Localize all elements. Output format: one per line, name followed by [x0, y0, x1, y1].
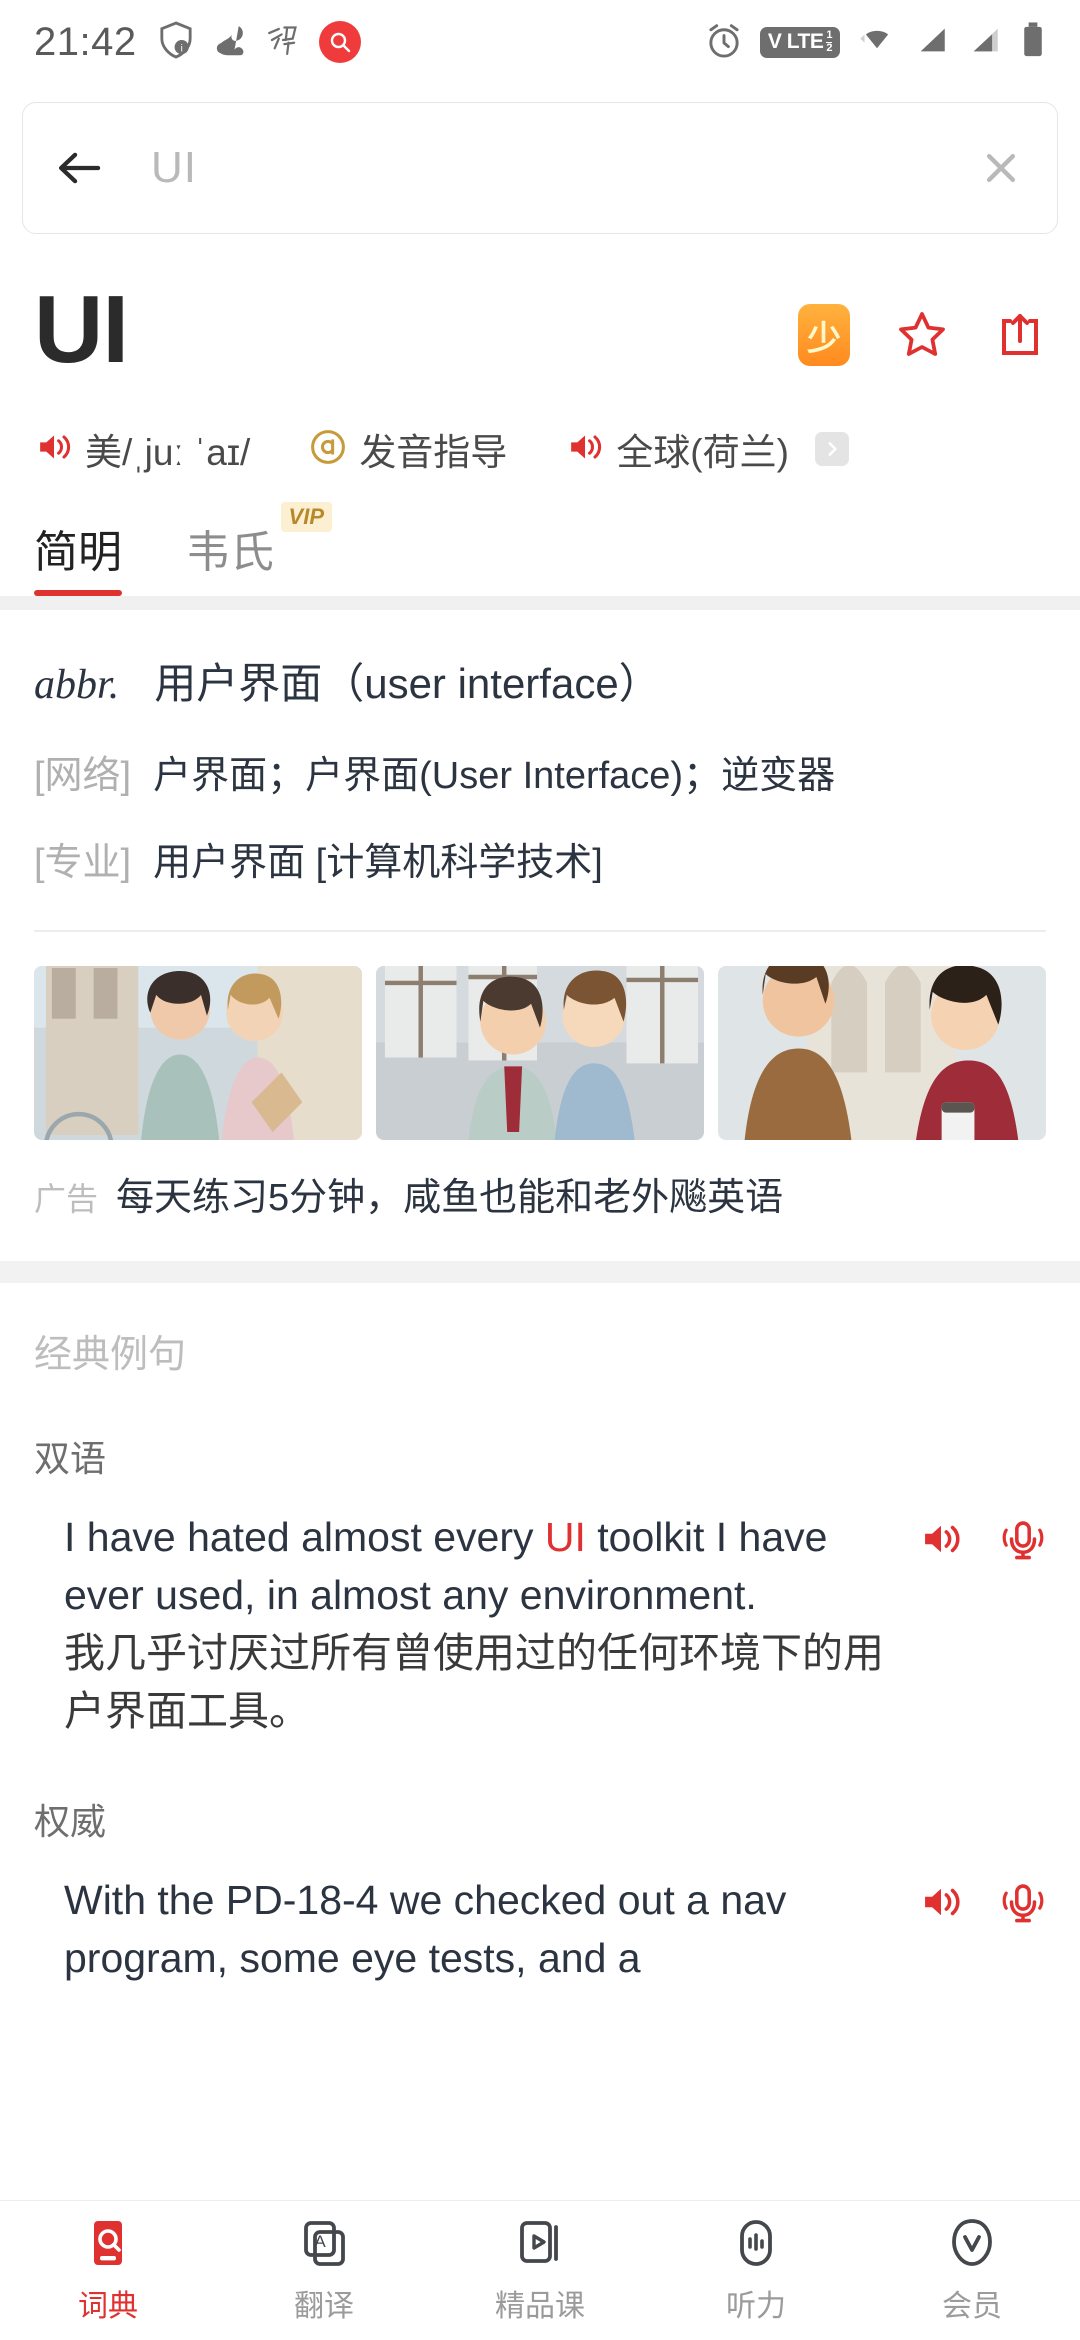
example-en-before: I have hated almost every — [64, 1513, 545, 1560]
definition-text: 用户界面 [计算机科学技术] — [153, 842, 603, 885]
ad-images[interactable] — [0, 932, 1080, 1140]
pronunciation-guide-icon[interactable] — [308, 427, 348, 472]
examples-section: 经典例句 双语 I have hated almost every UI too… — [0, 1283, 1080, 1987]
signal-1-icon — [914, 23, 950, 62]
nav-label-member: 会员 — [942, 2289, 1002, 2323]
definition-main: abbr. 用户界面（user interface） — [34, 654, 1046, 716]
tabs-divider — [0, 596, 1080, 610]
back-arrow-icon[interactable] — [57, 148, 103, 188]
example-row-authoritative[interactable]: With the PD-18-4 we checked out a nav pr… — [34, 1871, 1046, 1987]
listening-icon — [730, 2217, 782, 2274]
example-row-bilingual[interactable]: I have hated almost every UI toolkit I h… — [34, 1508, 1046, 1741]
nav-item-dictionary[interactable]: 词典 — [0, 2217, 216, 2325]
squirrel-icon — [211, 21, 247, 64]
pronunciation-guide-label: 发音指导 — [359, 432, 508, 473]
microphone-icon[interactable] — [1000, 1516, 1046, 1567]
status-right-icons: V LTE 12 — [705, 21, 1046, 64]
battery-icon — [1020, 21, 1046, 64]
definition-tag: [专业] — [34, 842, 132, 885]
example-text-bilingual: I have hated almost every UI toolkit I h… — [64, 1508, 888, 1741]
part-of-speech: abbr. — [34, 662, 120, 708]
pronunciation-global[interactable]: 全球(荷兰) — [565, 422, 789, 476]
section-gap — [0, 1260, 1080, 1283]
ad-image-3[interactable] — [718, 965, 1046, 1140]
example-actions-authoritative — [888, 1871, 1046, 1987]
close-icon[interactable] — [979, 146, 1023, 190]
speaker-icon[interactable] — [918, 1879, 964, 1930]
page-title: UI — [34, 276, 129, 383]
status-bar: 21:42 i V LTE 12 — [0, 0, 1080, 84]
volte-badge: V LTE 12 — [759, 26, 840, 58]
red-search-circle-icon — [318, 21, 361, 63]
chevron-right-icon[interactable] — [814, 432, 849, 466]
vip-member-icon — [946, 2217, 998, 2274]
definition-text: 户界面；户界面(User Interface)；逆变器 — [153, 754, 836, 797]
definition-tag: [网络] — [34, 754, 132, 797]
status-left-icons: i — [159, 20, 361, 64]
tab-jianming-label: 简明 — [34, 528, 122, 577]
svg-text:A: A — [314, 2232, 326, 2251]
example-cn: 我几乎讨厌过所有曾使用过的任何环境下的用户界面工具。 — [64, 1630, 884, 1735]
headword-row: UI 少 — [0, 234, 1080, 378]
headword-actions: 少 — [798, 304, 1046, 378]
nav-label-dictionary: 词典 — [78, 2289, 138, 2323]
pronunciation-row: 美/ˌjuː ˈaɪ/ 发音指导 全球(荷兰) — [0, 378, 1080, 476]
svg-text:i: i — [180, 43, 182, 54]
pronunciation-us[interactable]: 美/ˌjuː ˈaɪ/ — [34, 422, 250, 476]
wifi-icon — [857, 22, 897, 63]
nav-item-course[interactable]: 精品课 — [432, 2217, 648, 2325]
shield-info-icon: i — [159, 20, 193, 64]
examples-title: 经典例句 — [34, 1333, 187, 1376]
status-time: 21:42 — [34, 19, 137, 64]
pronunciation-us-label: 美/ˌjuː ˈaɪ/ — [85, 432, 251, 473]
definition-row-network: [网络] 户界面；户界面(User Interface)；逆变器 — [34, 750, 1046, 803]
ad-image-1[interactable] — [34, 965, 362, 1140]
nav-label-listening: 听力 — [726, 2289, 786, 2323]
ad-image-2[interactable] — [376, 965, 704, 1140]
nav-item-translate[interactable]: A 翻译 — [216, 2217, 432, 2325]
tab-jianming[interactable]: 简明 — [34, 516, 122, 596]
course-video-icon — [514, 2217, 566, 2274]
example-text-authoritative: With the PD-18-4 we checked out a nav pr… — [64, 1871, 888, 1987]
translate-icon: A — [298, 2217, 350, 2274]
volte-label: V LTE — [767, 29, 824, 53]
microphone-icon[interactable] — [1000, 1879, 1046, 1930]
tab-weishi[interactable]: 韦氏 VIP — [186, 502, 332, 596]
signal-2-icon — [967, 23, 1003, 62]
search-input[interactable]: UI — [151, 143, 979, 193]
definitions-section: abbr. 用户界面（user interface） [网络] 户界面；户界面(… — [0, 610, 1080, 890]
example-group-authoritative-label: 权威 — [34, 1800, 107, 1842]
bottom-navigation: 词典 A 翻译 精品课 听力 会员 — [0, 2200, 1080, 2340]
nav-label-course: 精品课 — [495, 2289, 585, 2323]
example-group-bilingual-label: 双语 — [34, 1437, 107, 1479]
volte-sim-indicator: 12 — [826, 28, 832, 54]
vip-badge: VIP — [280, 502, 332, 532]
search-bar-container: UI — [0, 84, 1080, 234]
ad-label: 广告 — [34, 1180, 99, 1217]
definition-main-text: 用户界面（user interface） — [154, 660, 661, 707]
ad-text: 每天练习5分钟，咸鱼也能和老外飚英语 — [116, 1176, 784, 1219]
definition-row-professional: [专业] 用户界面 [计算机科学技术] — [34, 837, 1046, 890]
pronunciation-global-label: 全球(荷兰) — [616, 432, 789, 473]
speaker-icon[interactable] — [918, 1516, 964, 1567]
pronunciation-guide[interactable]: 发音指导 — [308, 422, 507, 476]
tab-weishi-label: 韦氏 — [186, 528, 274, 577]
example-en-highlight: UI — [544, 1513, 586, 1560]
nav-item-member[interactable]: 会员 — [864, 2217, 1080, 2325]
ad-caption[interactable]: 广告 每天练习5分钟，咸鱼也能和老外飚英语 — [0, 1140, 1080, 1221]
nav-item-listening[interactable]: 听力 — [648, 2217, 864, 2325]
speaker-icon[interactable] — [565, 427, 605, 472]
nav-label-translate: 翻译 — [294, 2289, 354, 2323]
star-icon[interactable] — [896, 309, 948, 361]
search-bar[interactable]: UI — [22, 102, 1058, 234]
share-icon[interactable] — [994, 309, 1046, 361]
dictionary-icon — [82, 2217, 134, 2274]
calligraphy-xuexi-icon — [265, 22, 301, 63]
speaker-icon[interactable] — [34, 427, 74, 472]
example-en-before: With the PD-18-4 we checked out a nav pr… — [64, 1876, 787, 1981]
example-actions-bilingual — [888, 1508, 1046, 1741]
alarm-icon — [705, 21, 743, 64]
dictionary-tabs: 简明 韦氏 VIP — [0, 476, 1080, 596]
shao-level-badge[interactable]: 少 — [798, 304, 850, 366]
